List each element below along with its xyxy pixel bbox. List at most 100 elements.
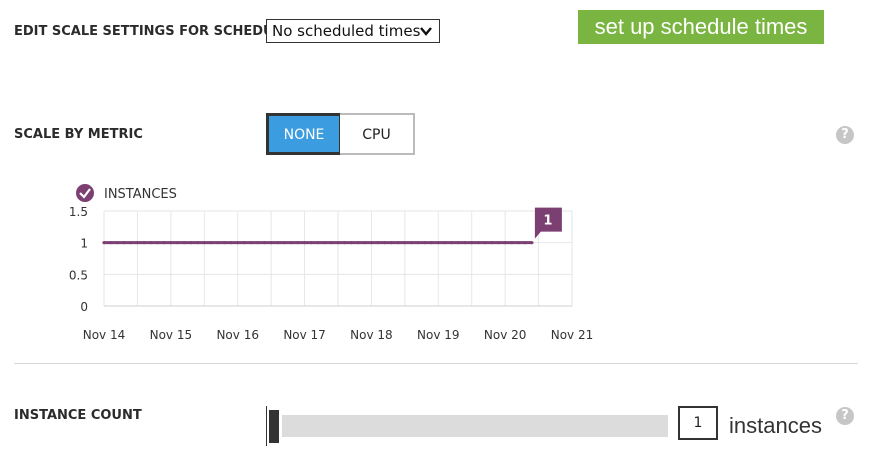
series-point xyxy=(396,241,400,245)
series-point xyxy=(169,241,173,245)
series-point xyxy=(470,241,474,245)
series-point xyxy=(222,241,226,245)
section-divider xyxy=(14,363,858,364)
series-point xyxy=(129,241,133,245)
series-point xyxy=(416,241,420,245)
series-point xyxy=(249,241,253,245)
series-point xyxy=(289,241,293,245)
chart-grid xyxy=(103,210,573,307)
setup-schedule-button[interactable]: set up schedule times xyxy=(578,10,824,44)
series-point xyxy=(296,241,300,245)
series-point xyxy=(510,241,514,245)
y-tick-label: 0 xyxy=(80,300,88,314)
series-point xyxy=(216,241,220,245)
series-point xyxy=(329,241,333,245)
series-point xyxy=(282,241,287,245)
series-point xyxy=(363,241,367,245)
instance-help-icon[interactable]: ? xyxy=(836,407,854,425)
series-point xyxy=(323,241,327,245)
series-point xyxy=(376,241,380,245)
series-point xyxy=(236,241,240,245)
series-point xyxy=(262,241,267,245)
series-point xyxy=(115,241,119,245)
series-point xyxy=(443,241,447,245)
series-point xyxy=(369,241,374,245)
x-tick-label: Nov 21 xyxy=(551,328,594,342)
series-point xyxy=(490,241,494,245)
series-point xyxy=(182,241,186,245)
schedule-select[interactable]: No scheduled times xyxy=(266,19,440,43)
chart-legend[interactable]: INSTANCES xyxy=(76,184,177,202)
series-point xyxy=(450,241,454,245)
series-point xyxy=(229,241,233,245)
series-point xyxy=(530,241,534,245)
series-point xyxy=(102,241,106,245)
value-badge-label: 1 xyxy=(543,214,552,229)
x-tick-label: Nov 18 xyxy=(350,328,393,342)
series-point xyxy=(356,241,360,245)
metric-option-cpu[interactable]: CPU xyxy=(340,113,415,155)
legend-check-icon xyxy=(76,184,94,202)
series-point xyxy=(409,241,414,245)
series-point xyxy=(403,241,407,245)
series-point xyxy=(209,241,213,245)
y-tick-label: 0.5 xyxy=(69,268,88,282)
series-point xyxy=(302,241,307,245)
slider-min-mark xyxy=(266,406,267,446)
series-point xyxy=(135,241,140,245)
series-point xyxy=(175,241,180,245)
series-point xyxy=(463,241,467,245)
series-point xyxy=(503,241,507,245)
series-point xyxy=(349,241,353,245)
series-point xyxy=(196,241,200,245)
x-tick-label: Nov 20 xyxy=(484,328,527,342)
instance-count-slider-track[interactable] xyxy=(282,415,668,437)
series-point xyxy=(423,241,427,245)
series-point xyxy=(516,241,521,245)
series-point xyxy=(316,241,320,245)
series-point xyxy=(162,241,166,245)
series-point xyxy=(256,241,260,245)
legend-label: INSTANCES xyxy=(104,187,177,202)
x-tick-label: Nov 14 xyxy=(83,328,126,342)
series-point xyxy=(336,241,340,245)
chevron-down-icon xyxy=(420,27,432,36)
instance-count-label: INSTANCE COUNT xyxy=(14,408,142,423)
series-point xyxy=(269,241,273,245)
schedule-label: EDIT SCALE SETTINGS FOR SCHEDULE xyxy=(14,24,291,39)
instance-count-input[interactable]: 1 xyxy=(678,406,718,440)
x-tick-label: Nov 17 xyxy=(283,328,326,342)
schedule-select-value: No scheduled times xyxy=(272,22,421,40)
y-axis-ticks: 1.5 1 0.5 0 xyxy=(69,205,88,314)
series-point xyxy=(496,241,501,245)
series-point xyxy=(383,241,387,245)
series-point xyxy=(436,241,440,245)
series-point xyxy=(476,241,480,245)
series-point xyxy=(149,241,153,245)
metric-option-none[interactable]: NONE xyxy=(266,113,342,155)
series-point xyxy=(122,241,126,245)
y-tick-label: 1.5 xyxy=(69,205,88,219)
series-point xyxy=(523,241,527,245)
instance-count-slider-handle[interactable] xyxy=(269,410,279,443)
series-point xyxy=(109,241,113,245)
series-point xyxy=(155,241,160,245)
series-point xyxy=(242,241,246,245)
series-point xyxy=(343,241,347,245)
x-tick-label: Nov 15 xyxy=(150,328,193,342)
x-tick-label: Nov 16 xyxy=(216,328,259,342)
series-point xyxy=(309,241,313,245)
series-point xyxy=(202,241,206,245)
scale-by-metric-label: SCALE BY METRIC xyxy=(14,127,143,142)
series-point xyxy=(276,241,280,245)
instance-count-unit: instances xyxy=(729,413,822,438)
series-point xyxy=(456,241,460,245)
x-axis-ticks: Nov 14 Nov 15 Nov 16 Nov 17 Nov 18 Nov 19 Nov … xyxy=(83,328,594,342)
series-point xyxy=(430,241,434,245)
series-point xyxy=(189,241,193,245)
series-point xyxy=(142,241,146,245)
y-tick-label: 1 xyxy=(80,237,88,251)
instances-chart: INSTANCES 1.510.50 Nov 14 Nov 15 Nov 16 Nov… xyxy=(69,184,594,342)
help-icon[interactable]: ? xyxy=(836,126,854,144)
x-tick-label: Nov 19 xyxy=(417,328,460,342)
